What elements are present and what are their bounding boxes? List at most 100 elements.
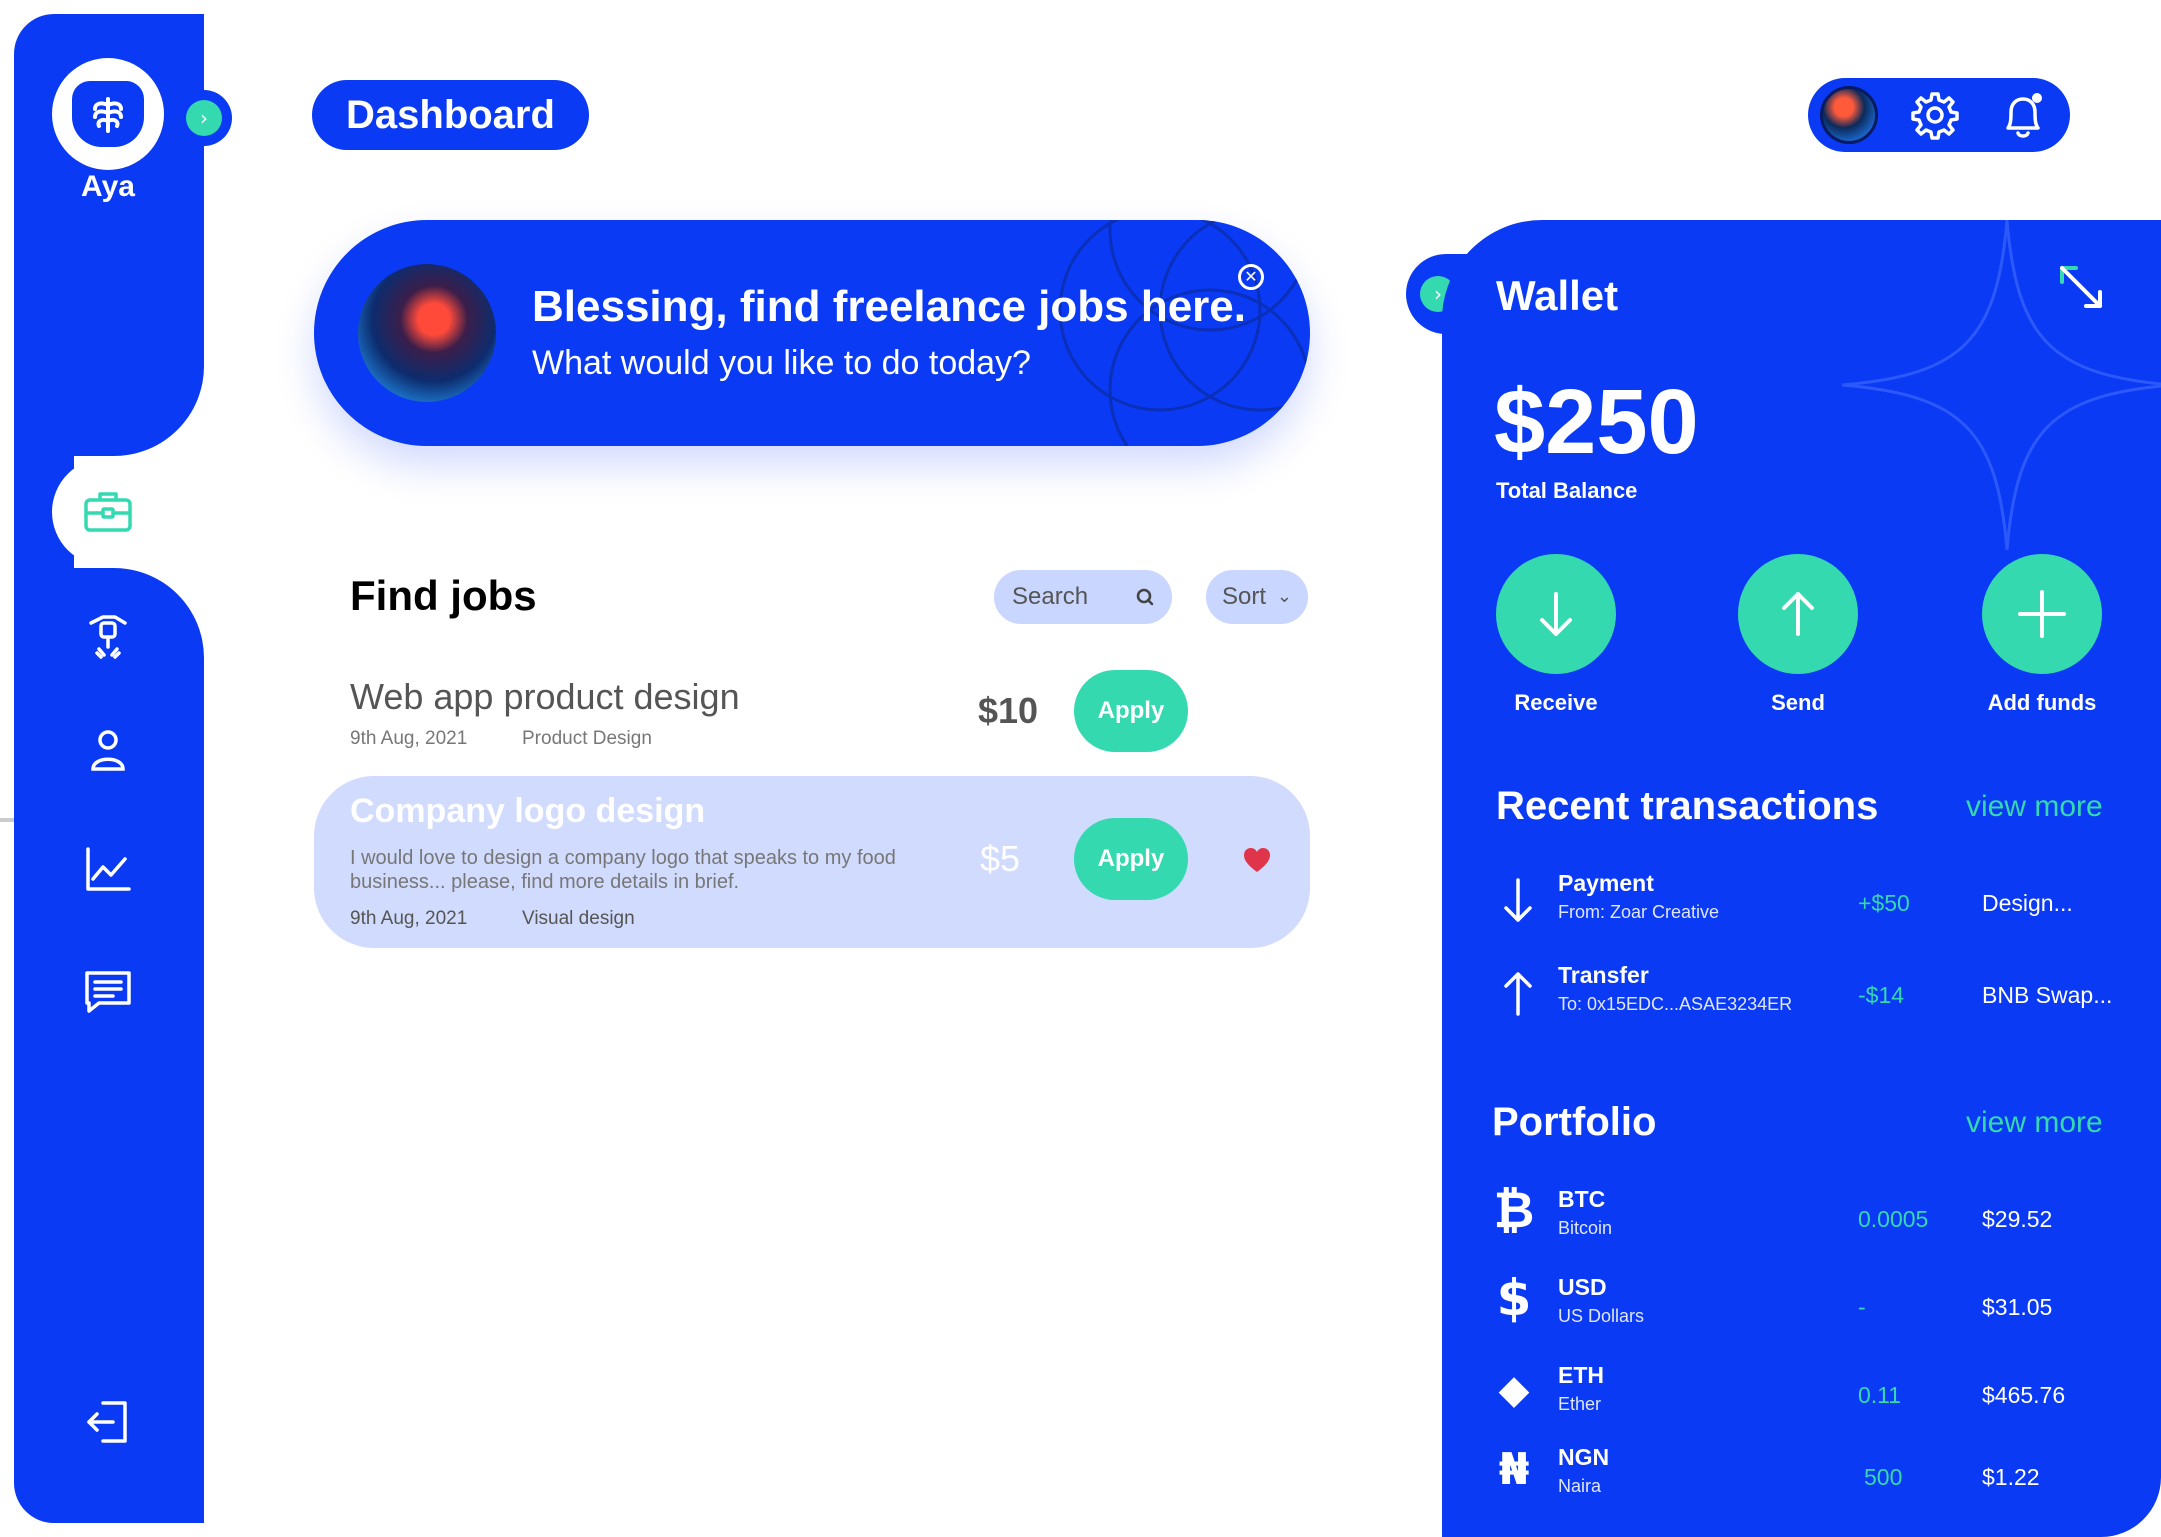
coin-name: Naira [1558,1476,1602,1496]
search-icon[interactable] [1132,584,1158,610]
brand-logo[interactable] [52,58,164,170]
view-more-portfolio-link[interactable]: view more [1966,1106,2103,1140]
ethereum-icon: ◆ [1498,1367,1530,1413]
top-actions-bar [1808,78,2070,152]
coin-symbol: NGN [1558,1444,1610,1470]
coin-value: $465.76 [1982,1382,2066,1408]
logout-icon [87,1401,127,1443]
logout-button[interactable] [76,1390,140,1454]
transaction-sub: From: Zoar Creative [1558,902,1720,922]
transaction-note: Design... [1982,890,2073,916]
naira-icon: ₦ [1498,1444,1530,1495]
arrow-down-icon [1540,592,1572,636]
arrow-up-icon [1504,972,1532,1016]
transaction-title: Payment [1558,870,1654,896]
expand-icon[interactable] [2052,258,2110,316]
coin-amount: 500 [1864,1464,1903,1490]
coin-value: $1.22 [1982,1464,2040,1490]
sidebar-bottom [14,568,204,1523]
sidebar-item-messages[interactable] [76,960,140,1024]
user-avatar [358,264,496,402]
coin-value: $31.05 [1982,1294,2053,1320]
transaction-sub: To: 0x15EDC...ASAE3234ER [1558,994,1793,1014]
job-date: 9th Aug, 2021 [350,908,468,929]
coin-symbol: USD [1558,1274,1607,1300]
job-title: Company logo design [350,792,706,830]
add-funds-label: Add funds [1987,690,2097,715]
receive-label: Receive [1514,690,1598,715]
coin-value: $29.52 [1982,1206,2053,1232]
notifications-button[interactable] [1996,88,2050,142]
coin-name: Ether [1558,1394,1602,1414]
coin-symbol: BTC [1558,1186,1606,1212]
edge-divider [0,818,14,822]
chat-icon [85,971,131,1013]
apply-button[interactable]: Apply [1074,670,1188,752]
balance-label: Total Balance [1496,478,1638,503]
sidebar-item-jobs[interactable] [76,480,140,544]
job-card-highlighted[interactable]: Company logo design I would love to desi… [314,776,1310,948]
gear-icon [1911,92,1959,140]
welcome-banner: Blessing, find freelance jobs here. What… [314,220,1310,446]
coin-name: US Dollars [1558,1306,1645,1326]
transaction-amount: -$14 [1858,982,1905,1008]
chart-icon [86,847,131,891]
brand-name: Aya [81,170,135,203]
avatar[interactable] [1820,86,1878,144]
coin-name: Bitcoin [1558,1218,1613,1238]
palm-icon [72,81,144,147]
coin-amount: 0.0005 [1858,1206,1929,1232]
search-field [994,570,1172,624]
banner-decoration [1058,220,1310,446]
job-price: $10 [978,690,1039,731]
coin-amount: 0.11 [1858,1382,1902,1408]
transaction-amount: +$50 [1858,890,1910,916]
send-label: Send [1771,690,1825,715]
send-button[interactable] [1738,554,1858,674]
sort-label: Sort [1222,583,1267,610]
close-icon[interactable]: ✕ [1238,264,1264,290]
banner-title: Blessing, find freelance jobs here. [532,282,1246,331]
coin-symbol: ETH [1558,1362,1604,1388]
job-category: Product Design [522,728,652,749]
dollar-icon: $ [1496,1269,1532,1327]
sidebar-toggle-button[interactable]: › [176,90,232,146]
bell-icon [2006,93,2042,138]
add-funds-button[interactable] [1982,554,2102,674]
banner-subtitle: What would you like to do today? [532,344,1031,382]
tools-icon [89,615,127,659]
job-date: 9th Aug, 2021 [350,728,468,749]
job-category: Visual design [522,908,635,929]
bitcoin-icon: ₿ [1493,1181,1535,1239]
transaction-title: Transfer [1558,962,1649,988]
view-more-transactions-link[interactable]: view more [1966,790,2103,824]
sort-dropdown[interactable]: Sort ⌄ [1206,570,1308,624]
sidebar-item-analytics[interactable] [76,838,140,902]
coin-amount: - [1858,1294,1866,1320]
sidebar-item-tools[interactable] [76,604,140,668]
search-input[interactable] [1012,580,1132,614]
total-balance: $250 [1494,371,1699,473]
apply-button[interactable]: Apply [1074,818,1188,900]
heart-icon[interactable] [1242,846,1272,874]
job-price: $5 [980,838,1021,879]
star-decoration [1842,220,2161,550]
receive-button[interactable] [1496,554,1616,674]
chevron-down-icon: ⌄ [1276,586,1292,607]
wallet-panel: Wallet $250 Total Balance Receive Send A… [1442,220,2161,1537]
settings-button[interactable] [1908,88,1962,142]
plus-icon [2018,590,2066,638]
job-description: I would love to design a company logo th… [350,847,896,893]
job-title[interactable]: Web app product design [350,676,740,718]
section-title-transactions: Recent transactions [1496,784,1879,828]
user-icon [91,730,125,771]
sidebar-item-profile[interactable] [76,718,140,782]
page-title: Dashboard [312,80,589,150]
chevron-right-icon: › [186,100,222,136]
arrow-down-icon [1504,878,1532,922]
arrow-up-icon [1782,592,1814,636]
section-title-portfolio: Portfolio [1492,1100,1657,1144]
transaction-note: BNB Swap... [1982,982,2113,1008]
wallet-title: Wallet [1496,272,1619,319]
section-title-find-jobs: Find jobs [350,572,537,619]
